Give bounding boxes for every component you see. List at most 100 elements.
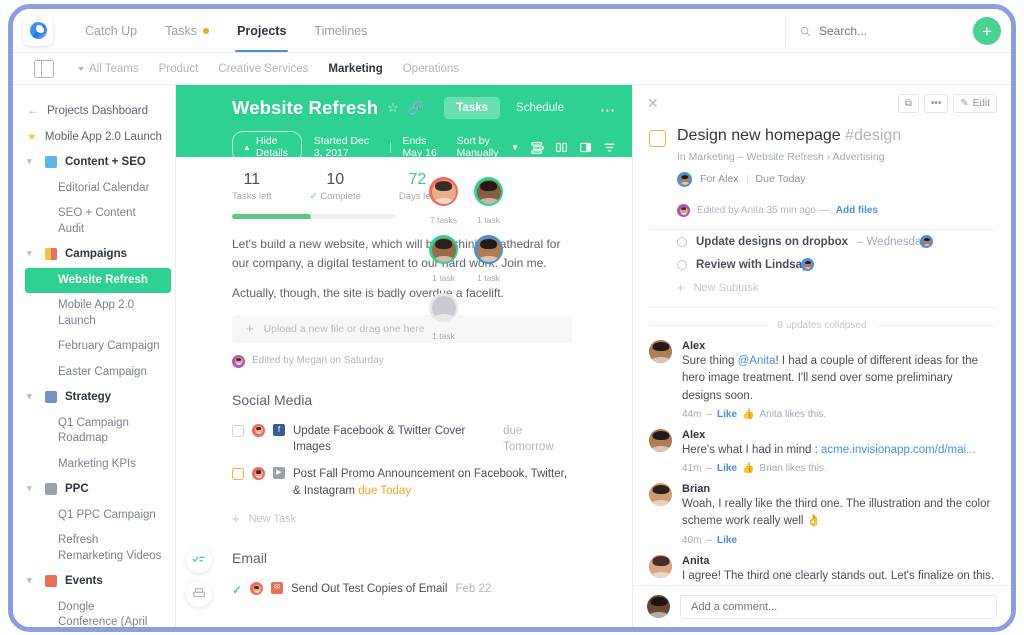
nav-item-timelines[interactable]: Timelines	[314, 9, 367, 52]
avatar	[649, 340, 672, 363]
star-outline-icon[interactable]: ☆	[387, 100, 399, 116]
show-completed-tasks-button[interactable]	[186, 547, 212, 573]
link-icon[interactable]: 🔗	[408, 100, 424, 116]
plus-icon: +	[246, 321, 254, 337]
table-row[interactable]: f Update Facebook & Twitter Cover Images…	[176, 418, 632, 461]
sidebar-item-label: Website Refresh	[58, 273, 148, 286]
sidebar-item-refresh-remarketing-videos[interactable]: Refresh Remarketing Videos	[13, 528, 175, 569]
sidebar-item-editorial-calendar[interactable]: Editorial Calendar	[13, 176, 175, 202]
team-marketing[interactable]: Marketing	[328, 63, 382, 75]
project-sidebar[interactable]: ← Projects Dashboard ★ Mobile App 2.0 La…	[13, 85, 176, 627]
subtask-checkbox[interactable]	[677, 236, 687, 247]
device-frame: Catch Up Tasks Projects Timelines Search…	[8, 4, 1016, 632]
new-subtask-button[interactable]: + New Subtask	[633, 276, 1011, 295]
sidebar-group-campaigns[interactable]: ▾ Campaigns	[13, 242, 175, 268]
task-checkbox[interactable]	[232, 424, 244, 437]
task-name-wrap: Post Fall Promo Announcement on Facebook…	[293, 466, 572, 499]
app-logo[interactable]	[23, 15, 53, 46]
sidebar-item-projects-dashboard[interactable]: ← Projects Dashboard	[13, 99, 175, 125]
sidebar-item-marketing-kpis[interactable]: Marketing KPIs	[13, 452, 175, 478]
upload-label: Upload a new file or drag one here	[263, 322, 425, 335]
detail-action-buttons: ⧉ ••• ✎ Edit	[897, 94, 997, 113]
print-button[interactable]	[186, 581, 212, 607]
chevron-up-icon: ▲	[243, 142, 251, 152]
edit-button[interactable]: ✎ Edit	[953, 94, 997, 113]
top-navigation-bar: Catch Up Tasks Projects Timelines Search…	[13, 9, 1011, 53]
tasks-notification-dot-icon	[203, 27, 210, 34]
sort-by-control[interactable]: Sort by Manually ▼	[456, 135, 519, 159]
sidebar-group-ppc[interactable]: ▾ PPC	[13, 477, 175, 503]
new-subtask-label: New Subtask	[693, 281, 759, 294]
like-button[interactable]: Like	[717, 463, 737, 474]
member-5[interactable]: 1 task	[428, 293, 459, 341]
sidebar-item-label: February Campaign	[58, 340, 160, 353]
sidebar-group-content-seo[interactable]: ▾ Content + SEO	[13, 150, 175, 176]
like-button[interactable]: Like	[717, 535, 737, 546]
sidebar-item-dongle-conference[interactable]: Dongle Conference (April 2018)	[13, 595, 175, 627]
collapsed-updates[interactable]: 8 updates collapsed	[649, 320, 995, 331]
task-checkbox[interactable]	[649, 130, 666, 147]
check-icon: ✓	[309, 191, 318, 202]
logo-swirl-icon	[29, 22, 47, 39]
nav-item-tasks[interactable]: Tasks	[165, 9, 210, 52]
team-product[interactable]: Product	[159, 63, 199, 75]
sidebar-item-mobile-app-launch[interactable]: Mobile App 2.0 Launch	[13, 293, 175, 334]
copy-link-button[interactable]: ⧉	[897, 94, 919, 113]
tab-tasks[interactable]: Tasks	[444, 97, 501, 119]
sidebar-item-website-refresh[interactable]: Website Refresh	[25, 267, 171, 294]
subtask-checkbox[interactable]	[677, 259, 687, 270]
like-button[interactable]: Like	[717, 409, 737, 420]
search-box[interactable]	[785, 16, 965, 46]
sidebar-item-february-campaign[interactable]: February Campaign	[13, 334, 175, 360]
task-checkbox[interactable]	[232, 468, 244, 481]
sidebar-group-strategy[interactable]: ▾ Strategy	[13, 385, 175, 411]
due-label[interactable]: Due Today	[756, 173, 806, 185]
search-icon	[800, 26, 811, 36]
sidebar-toggle-icon[interactable]	[34, 59, 54, 78]
subtask-row[interactable]: Update designs on dropbox – Wednesday	[633, 230, 1011, 253]
nav-item-catch-up[interactable]: Catch Up	[85, 9, 137, 52]
sidebar-group-events[interactable]: ▾ Events	[13, 569, 175, 595]
columns-view-icon[interactable]	[555, 141, 568, 154]
avatar	[801, 258, 815, 271]
add-button[interactable]: +	[973, 17, 1001, 45]
team-all-teams[interactable]: All Teams	[78, 63, 139, 75]
comment-text: Sure thing @Anita! I had a couple of dif…	[682, 353, 995, 405]
task-completed-check-icon[interactable]: ✓	[232, 582, 242, 599]
tab-schedule[interactable]: Schedule	[504, 97, 576, 119]
list-view-icon[interactable]	[531, 141, 544, 154]
nav-label: Tasks	[165, 23, 198, 38]
member-2[interactable]: 1 task	[473, 177, 504, 225]
member-3[interactable]: 1 task	[428, 235, 459, 283]
add-files-link[interactable]: Add files	[836, 205, 878, 216]
team-operations[interactable]: Operations	[403, 63, 459, 75]
sidebar-item-easter-campaign[interactable]: Easter Campaign	[13, 360, 175, 386]
new-task-button-social[interactable]: + New Task	[176, 504, 632, 526]
task-assignment: For Alex Due Today	[677, 171, 1011, 187]
external-link[interactable]: acme.invisionapp.com/d/mai...	[821, 444, 976, 456]
avatar	[474, 235, 503, 264]
sidebar-item-q1-campaign-roadmap[interactable]: Q1 Campaign Roadmap	[13, 411, 175, 452]
member-1[interactable]: 7 tasks	[428, 177, 459, 225]
table-row[interactable]: ✓ ✉ Send Out Test Copies of Email Feb 22	[176, 576, 632, 604]
filter-icon[interactable]	[603, 141, 616, 154]
project-more-menu-icon[interactable]: ⋯	[600, 101, 616, 119]
assignee-label[interactable]: For Alex	[700, 173, 739, 185]
team-creative-services[interactable]: Creative Services	[218, 63, 308, 75]
close-icon[interactable]: ✕	[647, 95, 659, 111]
nav-item-projects[interactable]: Projects	[235, 9, 289, 52]
subtask-row[interactable]: Review with Lindsay	[633, 253, 1011, 276]
table-row[interactable]: ▶ Post Fall Promo Announcement on Facebo…	[176, 461, 632, 504]
sidebar-item-seo-content-audit[interactable]: SEO + Content Audit	[13, 201, 175, 242]
arrow-left-icon: ←	[27, 103, 39, 117]
project-description: Let's build a new website, which will be…	[176, 219, 632, 303]
search-input[interactable]	[819, 24, 949, 38]
split-view-icon[interactable]	[579, 141, 592, 154]
member-4[interactable]: 1 task	[473, 235, 504, 283]
subtask-name: Review with Lindsay	[696, 258, 809, 271]
sidebar-item-q1-ppc-campaign[interactable]: Q1 PPC Campaign	[13, 503, 175, 529]
comment-input[interactable]	[680, 594, 997, 619]
sidebar-item-starred-project[interactable]: ★ Mobile App 2.0 Launch	[13, 125, 175, 151]
detail-more-menu-button[interactable]: •••	[923, 94, 949, 113]
mention-link[interactable]: @Anita	[738, 355, 776, 367]
